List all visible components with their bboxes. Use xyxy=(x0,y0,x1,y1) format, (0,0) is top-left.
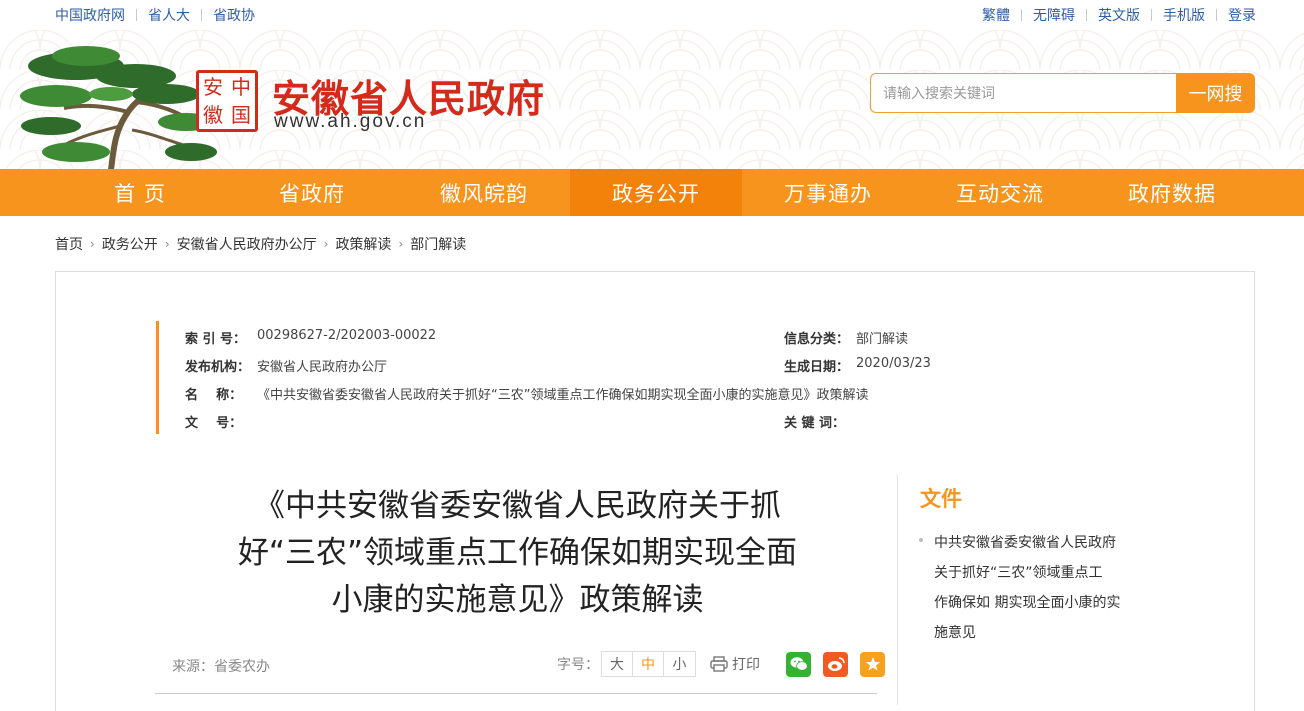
breadcrumb-department-interpretation[interactable]: 部门解读 xyxy=(410,234,466,254)
meta-label: 名 称： xyxy=(185,388,243,403)
meta-date-value: 2020/03/23 xyxy=(856,356,931,371)
meta-name-value: 《中共安徽省委安徽省人民政府关于抓好“三农”领域重点工作确保如期实现全面小康的实… xyxy=(257,388,869,403)
divider xyxy=(1216,9,1217,21)
bullet-icon xyxy=(919,538,923,542)
chevron-right-icon: › xyxy=(323,237,329,251)
print-label: 打印 xyxy=(732,657,760,673)
meta-index-row: 索 引 号： 00298627-2/202003-00022 xyxy=(185,328,436,347)
breadcrumb-home[interactable]: 首页 xyxy=(55,234,83,254)
search-input[interactable] xyxy=(870,73,1176,113)
related-file-line: 作确保如 期实现全面小康的实 xyxy=(934,595,1121,611)
related-file-line: 关于抓好“三农”领域重点工 xyxy=(934,565,1103,581)
wechat-icon xyxy=(790,657,808,671)
search-box: 一网搜 xyxy=(870,73,1255,113)
nav-item-anhui-culture[interactable]: 徽风皖韵 xyxy=(398,169,570,216)
printer-icon xyxy=(710,656,728,672)
related-file-line: 中共安徽省委安徽省人民政府 xyxy=(934,535,1116,551)
site-header: 安 中 徽 国 安徽省人民政府 www.ah.gov.cn 一网搜 xyxy=(0,30,1304,169)
nav-item-government-data[interactable]: 政府数据 xyxy=(1086,169,1258,216)
favorite-button[interactable] xyxy=(860,651,885,677)
article-title: 《中共安徽省委安徽省人民政府关于抓 好“三农”领域重点工作确保如期实现全面 小康… xyxy=(160,483,875,624)
share-wechat-button[interactable] xyxy=(786,651,811,677)
main-nav: 首 页 省政府 徽风皖韵 政务公开 万事通办 互动交流 政府数据 xyxy=(0,169,1304,216)
share-weibo-button[interactable] xyxy=(823,651,848,677)
government-seal-logo: 安 中 徽 国 xyxy=(196,70,258,132)
divider xyxy=(1086,9,1087,21)
meta-category-value: 部门解读 xyxy=(856,332,909,347)
pine-tree-logo-icon xyxy=(20,46,217,169)
sidebar-title: 文件 xyxy=(920,487,962,511)
search-button[interactable]: 一网搜 xyxy=(1176,73,1255,113)
article-tools: 字号： 大 中 小 打印 xyxy=(557,651,885,677)
font-size-large-button[interactable]: 大 xyxy=(602,652,633,676)
divider xyxy=(136,9,137,21)
article-source: 来源：省委农办 xyxy=(172,659,270,675)
nav-item-provincial-government[interactable]: 省政府 xyxy=(226,169,398,216)
divider xyxy=(1021,9,1022,21)
font-size-label: 字号： xyxy=(557,657,599,673)
meta-label: 信息分类： xyxy=(784,332,850,347)
print-button[interactable]: 打印 xyxy=(710,654,760,674)
meta-category-row: 信息分类： 部门解读 xyxy=(784,328,908,347)
meta-label: 生成日期： xyxy=(784,360,850,375)
breadcrumb-general-office[interactable]: 安徽省人民政府办公厅 xyxy=(177,234,317,254)
font-size-small-button[interactable]: 小 xyxy=(664,652,695,676)
content-divider xyxy=(155,693,877,694)
top-utility-bar: 中国政府网 省人大 省政协 繁體 无障碍 英文版 手机版 登录 xyxy=(0,0,1304,30)
meta-label: 发布机构： xyxy=(185,360,251,375)
top-links-right: 繁體 无障碍 英文版 手机版 登录 xyxy=(982,5,1256,25)
nav-item-interaction[interactable]: 互动交流 xyxy=(914,169,1086,216)
link-mobile[interactable]: 手机版 xyxy=(1163,5,1205,25)
meta-publisher-row: 发布机构： 安徽省人民政府办公厅 xyxy=(185,356,387,375)
breadcrumb-government-affairs[interactable]: 政务公开 xyxy=(102,234,158,254)
article-title-line: 小康的实施意见》政策解读 xyxy=(331,582,704,618)
nav-item-government-affairs[interactable]: 政务公开 xyxy=(570,169,742,216)
article-title-line: 好“三农”领域重点工作确保如期实现全面 xyxy=(237,535,798,571)
link-gov-cn[interactable]: 中国政府网 xyxy=(55,5,125,25)
link-provincial-congress[interactable]: 省人大 xyxy=(148,5,190,25)
meta-publisher-value: 安徽省人民政府办公厅 xyxy=(257,360,388,375)
font-size-medium-button[interactable]: 中 xyxy=(633,652,664,676)
seal-char: 徽 xyxy=(203,103,223,127)
divider xyxy=(201,9,202,21)
star-icon xyxy=(865,657,880,671)
font-size-switcher: 大 中 小 xyxy=(601,651,696,677)
divider xyxy=(1151,9,1152,21)
seal-char: 国 xyxy=(231,103,251,127)
related-file-link[interactable]: 中共安徽省委安徽省人民政府 关于抓好“三农”领域重点工 作确保如 期实现全面小康… xyxy=(934,528,1164,648)
weibo-icon xyxy=(827,657,845,671)
chevron-right-icon: › xyxy=(164,237,170,251)
meta-index-value: 00298627-2/202003-00022 xyxy=(257,328,437,343)
meta-name-row: 名 称： 《中共安徽省委安徽省人民政府关于抓好“三农”领域重点工作确保如期实现全… xyxy=(185,384,868,403)
nav-item-services[interactable]: 万事通办 xyxy=(742,169,914,216)
document-metadata: 索 引 号： 00298627-2/202003-00022 信息分类： 部门解… xyxy=(156,321,956,434)
meta-label: 关 键 词： xyxy=(784,416,846,431)
link-english[interactable]: 英文版 xyxy=(1098,5,1140,25)
meta-label: 文 号： xyxy=(185,416,243,431)
nav-item-home[interactable]: 首 页 xyxy=(54,169,226,216)
seal-char: 安 xyxy=(203,75,223,99)
chevron-right-icon: › xyxy=(90,237,95,251)
meta-docno-row: 文 号： xyxy=(185,412,257,431)
meta-label: 索 引 号： xyxy=(185,332,247,347)
meta-keywords-row: 关 键 词： xyxy=(784,412,856,431)
chevron-right-icon: › xyxy=(398,237,404,251)
link-provincial-cppcc[interactable]: 省政协 xyxy=(213,5,255,25)
meta-date-row: 生成日期： 2020/03/23 xyxy=(784,356,931,375)
breadcrumb-policy-interpretation[interactable]: 政策解读 xyxy=(335,234,391,254)
link-traditional-chinese[interactable]: 繁體 xyxy=(982,5,1010,25)
related-file-sidebar: 文件 中共安徽省委安徽省人民政府 关于抓好“三农”领域重点工 作确保如 期实现全… xyxy=(897,475,1197,705)
related-file-line: 施意见 xyxy=(934,625,976,641)
article-title-line: 《中共安徽省委安徽省人民政府关于抓 xyxy=(254,488,781,524)
link-login[interactable]: 登录 xyxy=(1228,5,1256,25)
link-accessibility[interactable]: 无障碍 xyxy=(1033,5,1075,25)
top-links-left: 中国政府网 省人大 省政协 xyxy=(55,5,255,25)
seal-char: 中 xyxy=(231,75,251,99)
breadcrumb: 首页 › 政务公开 › 安徽省人民政府办公厅 › 政策解读 › 部门解读 xyxy=(55,234,466,254)
site-url: www.ah.gov.cn xyxy=(274,111,427,132)
